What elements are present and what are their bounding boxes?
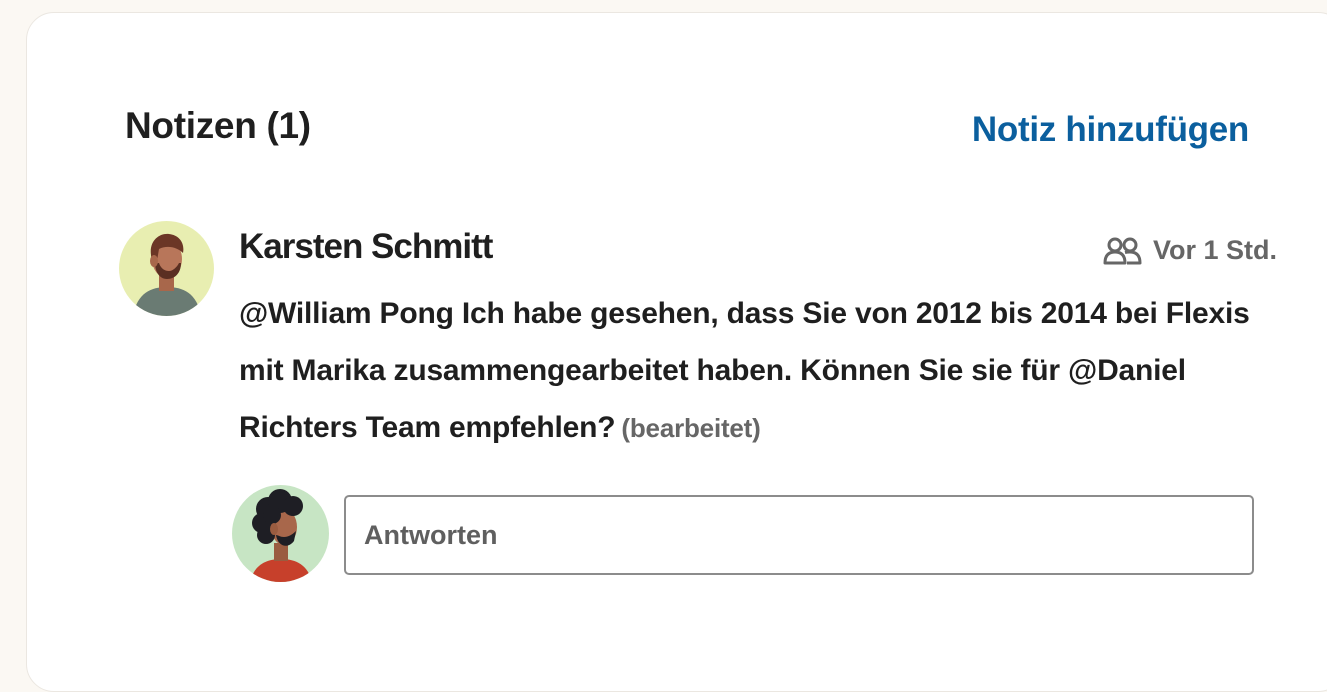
notes-title: Notizen (1) [125, 105, 311, 146]
note-author[interactable]: Karsten Schmitt [239, 227, 493, 267]
person-avatar-icon [133, 233, 201, 316]
reply-input[interactable] [344, 495, 1254, 575]
notes-card: Notizen (1) Notiz hinzufügen Karsten Sch… [26, 12, 1327, 692]
note-time: Vor 1 Std. [1152, 235, 1277, 265]
note-text: @William Pong Ich habe gesehen, dass Sie… [239, 285, 1279, 457]
add-note-link[interactable]: Notiz hinzufügen [972, 110, 1249, 150]
edited-label: (bearbeitet) [621, 413, 761, 443]
note-meta: Vor 1 Std. [1103, 235, 1277, 266]
group-icon [1103, 237, 1143, 265]
current-user-avatar [232, 485, 329, 582]
person-avatar-icon [250, 489, 312, 582]
author-avatar[interactable] [119, 221, 214, 316]
